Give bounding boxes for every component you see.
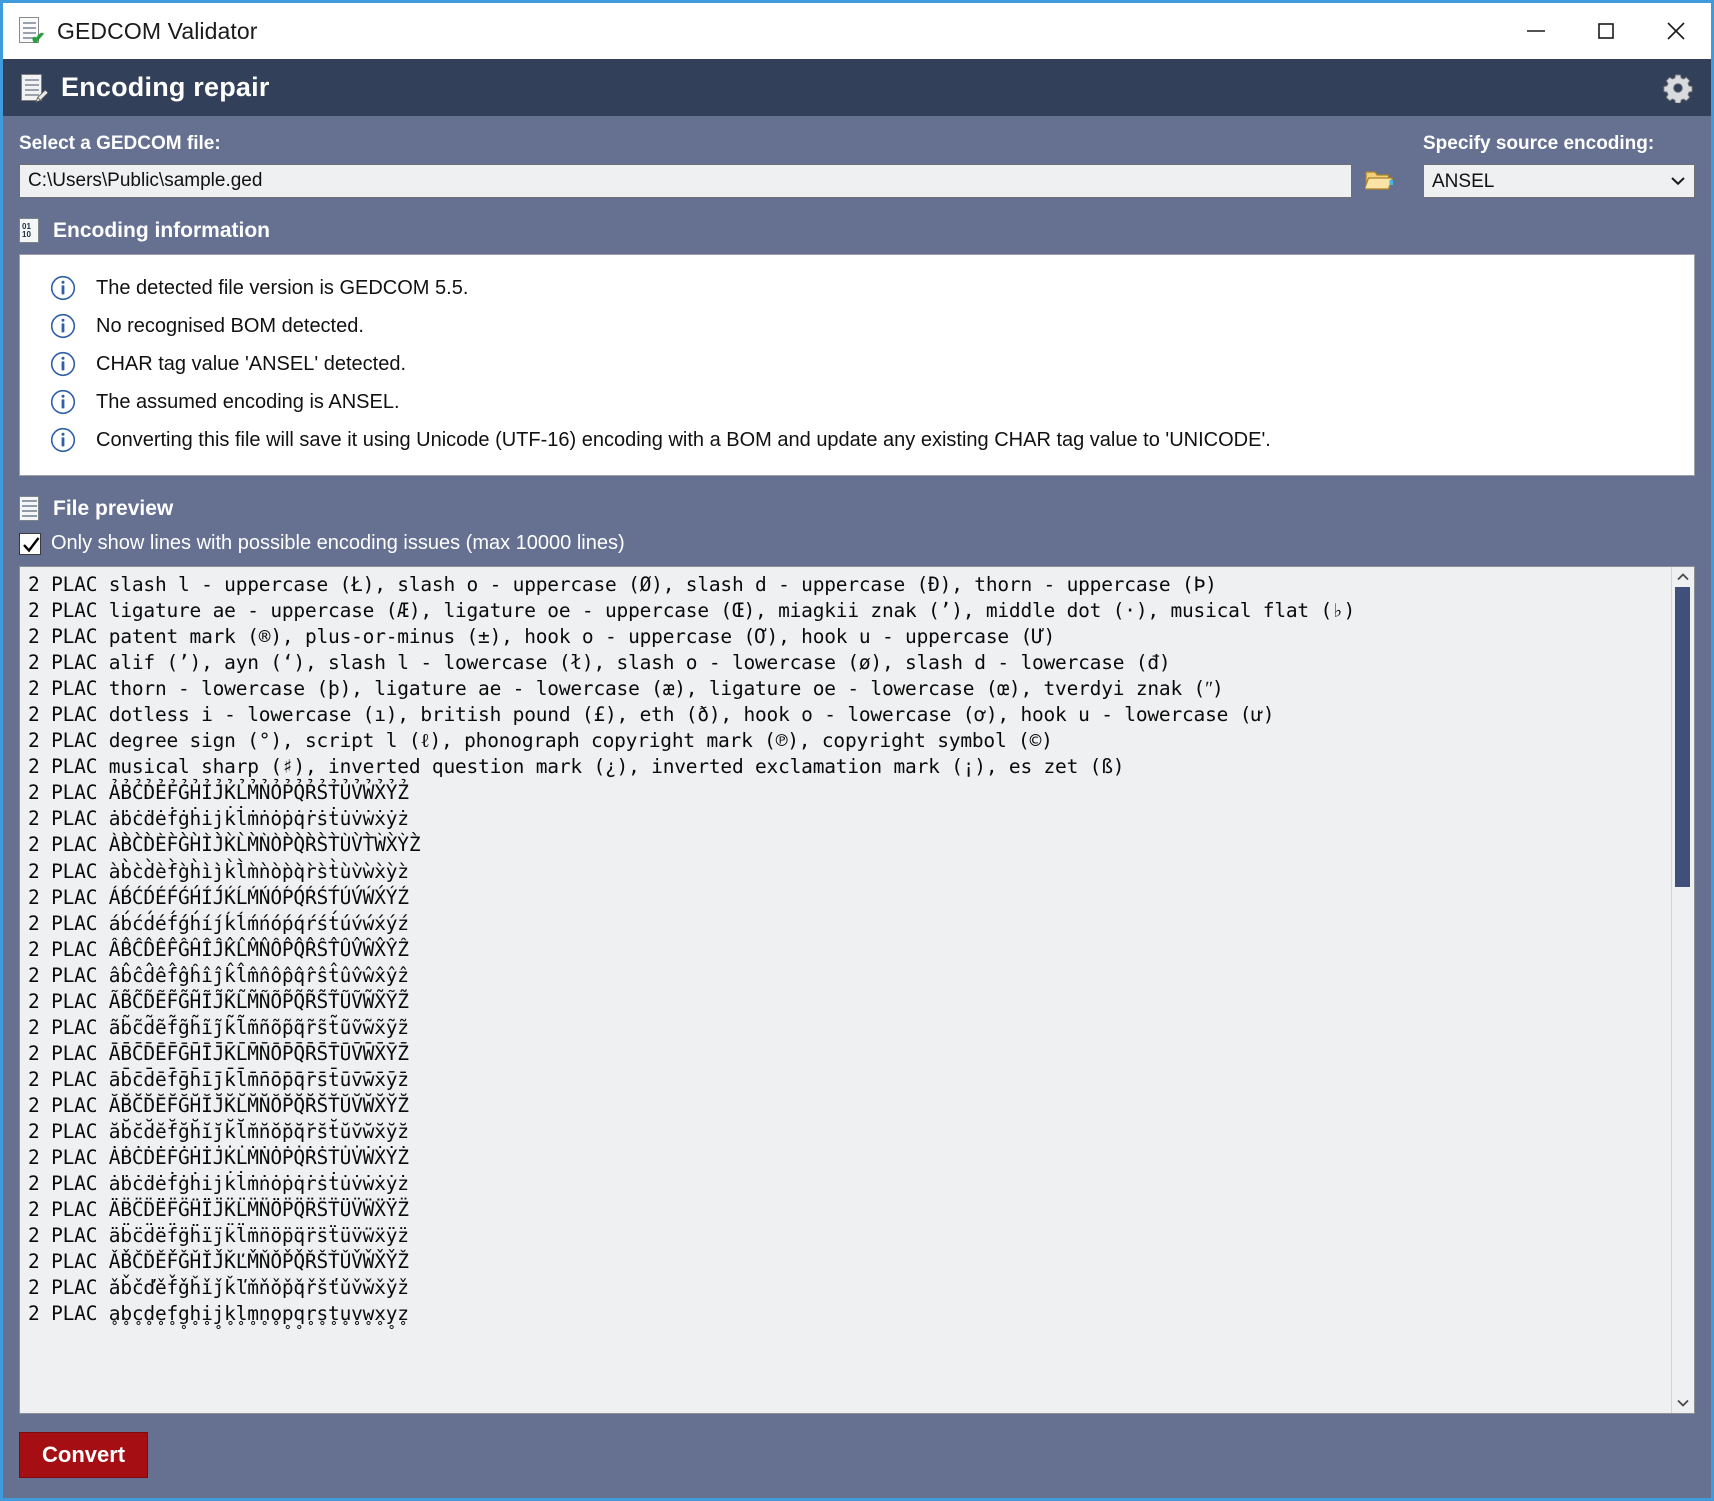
window-title: GEDCOM Validator [57, 17, 258, 44]
document-lines-icon [19, 496, 41, 522]
info-message-text: No recognised BOM detected. [96, 314, 364, 337]
title-bar: ✔ GEDCOM Validator [3, 3, 1711, 59]
info-icon [50, 427, 76, 453]
file-preview-heading: File preview [19, 496, 1695, 522]
info-icon [50, 351, 76, 377]
encoding-information-panel: The detected file version is GEDCOM 5.5.… [19, 254, 1695, 476]
chevron-down-icon [1677, 1399, 1689, 1407]
maximize-icon [1598, 23, 1614, 39]
scrollbar-track[interactable] [1672, 587, 1694, 1393]
file-select-label: Select a GEDCOM file: [19, 133, 221, 154]
info-message-text: Converting this file will save it using … [96, 428, 1271, 451]
info-message-row: The assumed encoding is ANSEL. [20, 383, 1694, 421]
browse-file-button[interactable] [1362, 164, 1398, 198]
source-encoding-select[interactable]: ANSEL [1423, 164, 1695, 198]
scroll-up-button[interactable] [1672, 567, 1694, 587]
file-path-input[interactable] [19, 164, 1352, 198]
file-select-group: Select a GEDCOM file: [19, 133, 1398, 198]
info-message-row: Converting this file will save it using … [20, 421, 1694, 459]
filter-checkbox-row[interactable]: Only show lines with possible encoding i… [19, 532, 1695, 555]
file-preview-text[interactable]: 2 PLAC slash l - uppercase (Ł), slash o … [20, 567, 1671, 1413]
info-icon [50, 275, 76, 301]
document-edit-icon [21, 73, 49, 103]
only-issues-label: Only show lines with possible encoding i… [51, 532, 625, 554]
minimize-button[interactable] [1501, 5, 1571, 58]
page-title: Encoding repair [61, 72, 270, 102]
document-check-icon: ✔ [19, 17, 45, 47]
folder-open-icon [1365, 171, 1394, 190]
encoding-label: Specify source encoding: [1423, 133, 1655, 154]
info-message-text: The detected file version is GEDCOM 5.5. [96, 276, 469, 299]
info-icon [50, 313, 76, 339]
info-message-text: The assumed encoding is ANSEL. [96, 390, 400, 413]
preview-scrollbar[interactable] [1671, 567, 1694, 1413]
info-message-row: No recognised BOM detected. [20, 307, 1694, 345]
application-window: ✔ GEDCOM Validator Encoding repair Selec… [0, 0, 1714, 1501]
info-message-row: The detected file version is GEDCOM 5.5. [20, 269, 1694, 307]
section-header-bar: Encoding repair [3, 59, 1711, 116]
info-message-text: CHAR tag value 'ANSEL' detected. [96, 352, 407, 375]
scrollbar-thumb[interactable] [1675, 587, 1690, 887]
binary-document-icon: 01 10 [19, 218, 41, 244]
maximize-button[interactable] [1571, 5, 1641, 58]
chevron-up-icon [1677, 573, 1689, 581]
encoding-select-group: Specify source encoding: ANSEL [1423, 133, 1695, 198]
scroll-down-button[interactable] [1672, 1393, 1694, 1413]
gear-icon [1663, 73, 1693, 103]
close-button[interactable] [1641, 5, 1711, 58]
encoding-information-title: Encoding information [53, 219, 270, 242]
info-message-row: CHAR tag value 'ANSEL' detected. [20, 345, 1694, 383]
checkmark-icon [23, 536, 40, 552]
encoding-information-heading: 01 10 Encoding information [19, 218, 1695, 244]
settings-button[interactable] [1663, 73, 1693, 103]
only-issues-checkbox[interactable] [19, 532, 41, 555]
main-content: Select a GEDCOM file: Specify source enc… [3, 116, 1711, 1498]
info-icon [50, 389, 76, 415]
minimize-icon [1527, 30, 1545, 32]
footer-bar: Convert [19, 1414, 1695, 1498]
convert-button[interactable]: Convert [19, 1432, 149, 1478]
encoding-select-wrap: ANSEL [1423, 164, 1695, 198]
file-input-row [19, 164, 1398, 198]
close-icon [1667, 22, 1685, 40]
file-and-encoding-row: Select a GEDCOM file: Specify source enc… [19, 133, 1695, 198]
file-preview-box: 2 PLAC slash l - uppercase (Ł), slash o … [19, 566, 1695, 1414]
file-preview-title: File preview [53, 497, 174, 520]
